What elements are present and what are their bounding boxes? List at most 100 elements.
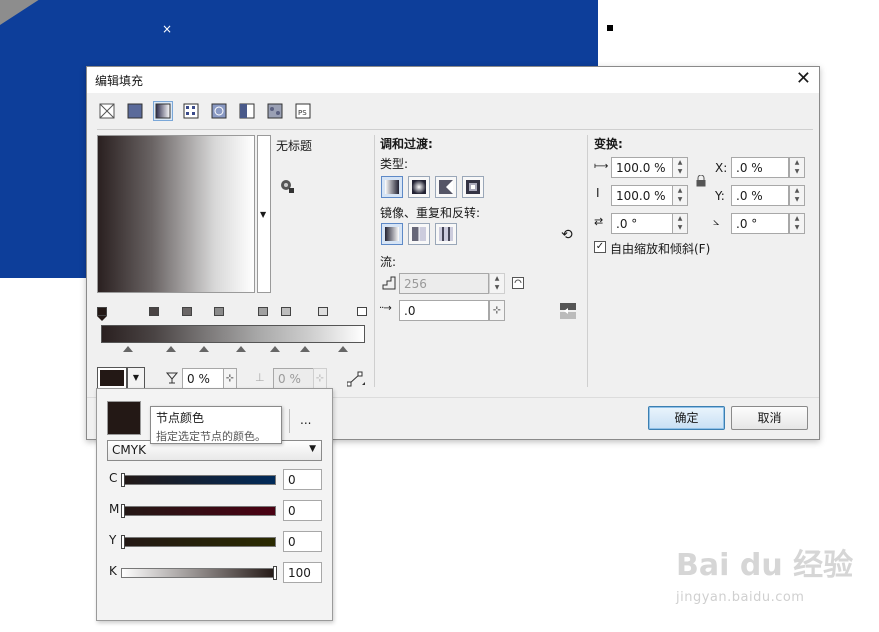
slider-icon: ⊹ <box>313 368 327 389</box>
rectangular-type-button[interactable] <box>462 176 484 198</box>
y-spinner[interactable]: ▲ ▼ <box>789 185 805 206</box>
skew-spinner[interactable]: ▲ ▼ <box>672 213 688 234</box>
two-color-pattern-icon[interactable] <box>237 101 257 121</box>
default-fill-button[interactable] <box>381 223 403 245</box>
reverse-icon[interactable]: ⟲ <box>561 227 573 243</box>
skew-field[interactable]: .0 ° <box>611 213 673 234</box>
dialog-title-bar: 编辑填充 ✕ <box>87 67 819 93</box>
chevron-down-icon[interactable]: ▼ <box>260 210 266 219</box>
mirror-fill-button[interactable] <box>408 223 430 245</box>
midpoint-marker[interactable] <box>338 346 348 352</box>
section-divider <box>587 135 588 387</box>
y-slider[interactable] <box>121 537 276 547</box>
transform-heading: 变换: <box>594 137 623 151</box>
watermark-logo: Bai du 经验 <box>676 548 854 583</box>
gradient-node[interactable] <box>357 307 367 321</box>
gradient-node[interactable] <box>97 307 107 321</box>
ok-button[interactable]: 确定 <box>648 406 725 430</box>
fountain-fill-icon[interactable] <box>153 101 173 121</box>
slider-icon[interactable]: ⊹ <box>489 300 505 321</box>
conical-type-button[interactable] <box>435 176 457 198</box>
gradient-node[interactable] <box>318 307 328 321</box>
tooltip-body: 指定选定节点的颜色。 <box>156 430 266 443</box>
gradient-node[interactable] <box>281 307 291 321</box>
m-value-field[interactable]: 0 <box>283 500 322 521</box>
acceleration-icon: ··→ <box>379 303 392 314</box>
node-color-swatch[interactable] <box>97 367 127 389</box>
k-value-field[interactable]: 100 <box>283 562 322 583</box>
edit-fill-dialog: 编辑填充 ✕ PS ▼ 无标题 ▼ 0 % ⊹ ⊥ 0 % ⊹ 调和过渡: 类型… <box>86 66 820 440</box>
c-slider-thumb[interactable] <box>121 473 125 487</box>
x-spinner[interactable]: ▲ ▼ <box>789 157 805 178</box>
section-divider <box>374 135 375 387</box>
midpoint-marker[interactable] <box>300 346 310 352</box>
midpoint-marker[interactable] <box>270 346 280 352</box>
midpoint-marker[interactable] <box>199 346 209 352</box>
y-field[interactable]: .0 % <box>731 185 789 206</box>
midpoint-marker[interactable] <box>166 346 176 352</box>
bitmap-pattern-icon[interactable] <box>209 101 229 121</box>
y-slider-thumb[interactable] <box>121 535 125 549</box>
channel-label-y: Y <box>109 533 117 547</box>
slider-icon[interactable]: ⊹ <box>223 368 237 389</box>
free-scale-checkbox[interactable]: ✓ <box>594 241 606 253</box>
save-preset-icon[interactable] <box>279 178 295 197</box>
texture-fill-icon[interactable] <box>265 101 285 121</box>
m-slider[interactable] <box>121 506 276 516</box>
cancel-button[interactable]: 取消 <box>731 406 808 430</box>
width-icon: ⟼ <box>594 161 609 172</box>
elliptical-type-button[interactable] <box>408 176 430 198</box>
vector-pattern-icon[interactable] <box>181 101 201 121</box>
canvas-cross-marker: × <box>162 22 173 36</box>
node-color-dropdown[interactable]: ▼ <box>127 367 145 389</box>
preset-name: 无标题 <box>276 139 313 153</box>
height-spinner[interactable]: ▲ ▼ <box>672 185 688 206</box>
channel-label-c: C <box>109 471 118 485</box>
x-label: X: <box>715 161 728 175</box>
rotate-spinner[interactable]: ▲ ▼ <box>789 213 805 234</box>
k-slider[interactable] <box>121 568 276 578</box>
width-spinner[interactable]: ▲ ▼ <box>672 157 688 178</box>
fill-width-field[interactable]: 100.0 % <box>611 157 673 178</box>
close-icon[interactable]: ✕ <box>796 68 811 89</box>
repeat-fill-button[interactable] <box>435 223 457 245</box>
gradient-node[interactable] <box>182 307 192 321</box>
linear-type-button[interactable] <box>381 176 403 198</box>
lock-steps-icon[interactable] <box>512 277 524 292</box>
x-field[interactable]: .0 % <box>731 157 789 178</box>
steps-spinner[interactable]: ▲ ▼ <box>489 273 505 294</box>
more-options-button[interactable]: ... <box>300 413 311 427</box>
fill-height-field[interactable]: 100.0 % <box>611 185 673 206</box>
postscript-fill-icon[interactable]: PS <box>293 101 313 121</box>
selection-handle <box>607 25 613 31</box>
canvas-shape-stripe <box>0 0 168 42</box>
position-icon: ⊥ <box>255 371 265 384</box>
svg-text:PS: PS <box>298 109 307 117</box>
height-icon: Ⅰ <box>596 186 600 200</box>
uniform-fill-icon[interactable] <box>125 101 145 121</box>
gradient-node[interactable] <box>149 307 159 321</box>
gradient-node[interactable] <box>258 307 268 321</box>
rotate-field[interactable]: .0 ° <box>731 213 789 234</box>
color-model-value: CMYK <box>112 443 146 457</box>
nodes-edit-icon[interactable] <box>346 371 365 390</box>
m-slider-thumb[interactable] <box>121 504 125 518</box>
smooth-blend-icon[interactable] <box>560 303 576 322</box>
no-fill-icon[interactable] <box>97 101 117 121</box>
gradient-node[interactable] <box>214 307 224 321</box>
k-slider-thumb[interactable] <box>273 566 277 580</box>
midpoint-marker[interactable] <box>123 346 133 352</box>
acceleration-field[interactable]: .0 <box>399 300 489 321</box>
c-value-field[interactable]: 0 <box>283 469 322 490</box>
y-value-field[interactable]: 0 <box>283 531 322 552</box>
midpoint-marker[interactable] <box>236 346 246 352</box>
c-slider[interactable] <box>121 475 276 485</box>
gradient-ramp[interactable] <box>101 325 365 343</box>
transparency-icon <box>165 371 179 388</box>
steps-icon <box>382 276 396 293</box>
node-position-field[interactable]: 0 % <box>273 368 315 389</box>
watermark-url: jingyan.baidu.com <box>676 590 805 605</box>
steps-field[interactable]: 256 <box>399 273 489 294</box>
transparency-field[interactable]: 0 % <box>182 368 224 389</box>
lock-icon[interactable] <box>696 174 706 190</box>
